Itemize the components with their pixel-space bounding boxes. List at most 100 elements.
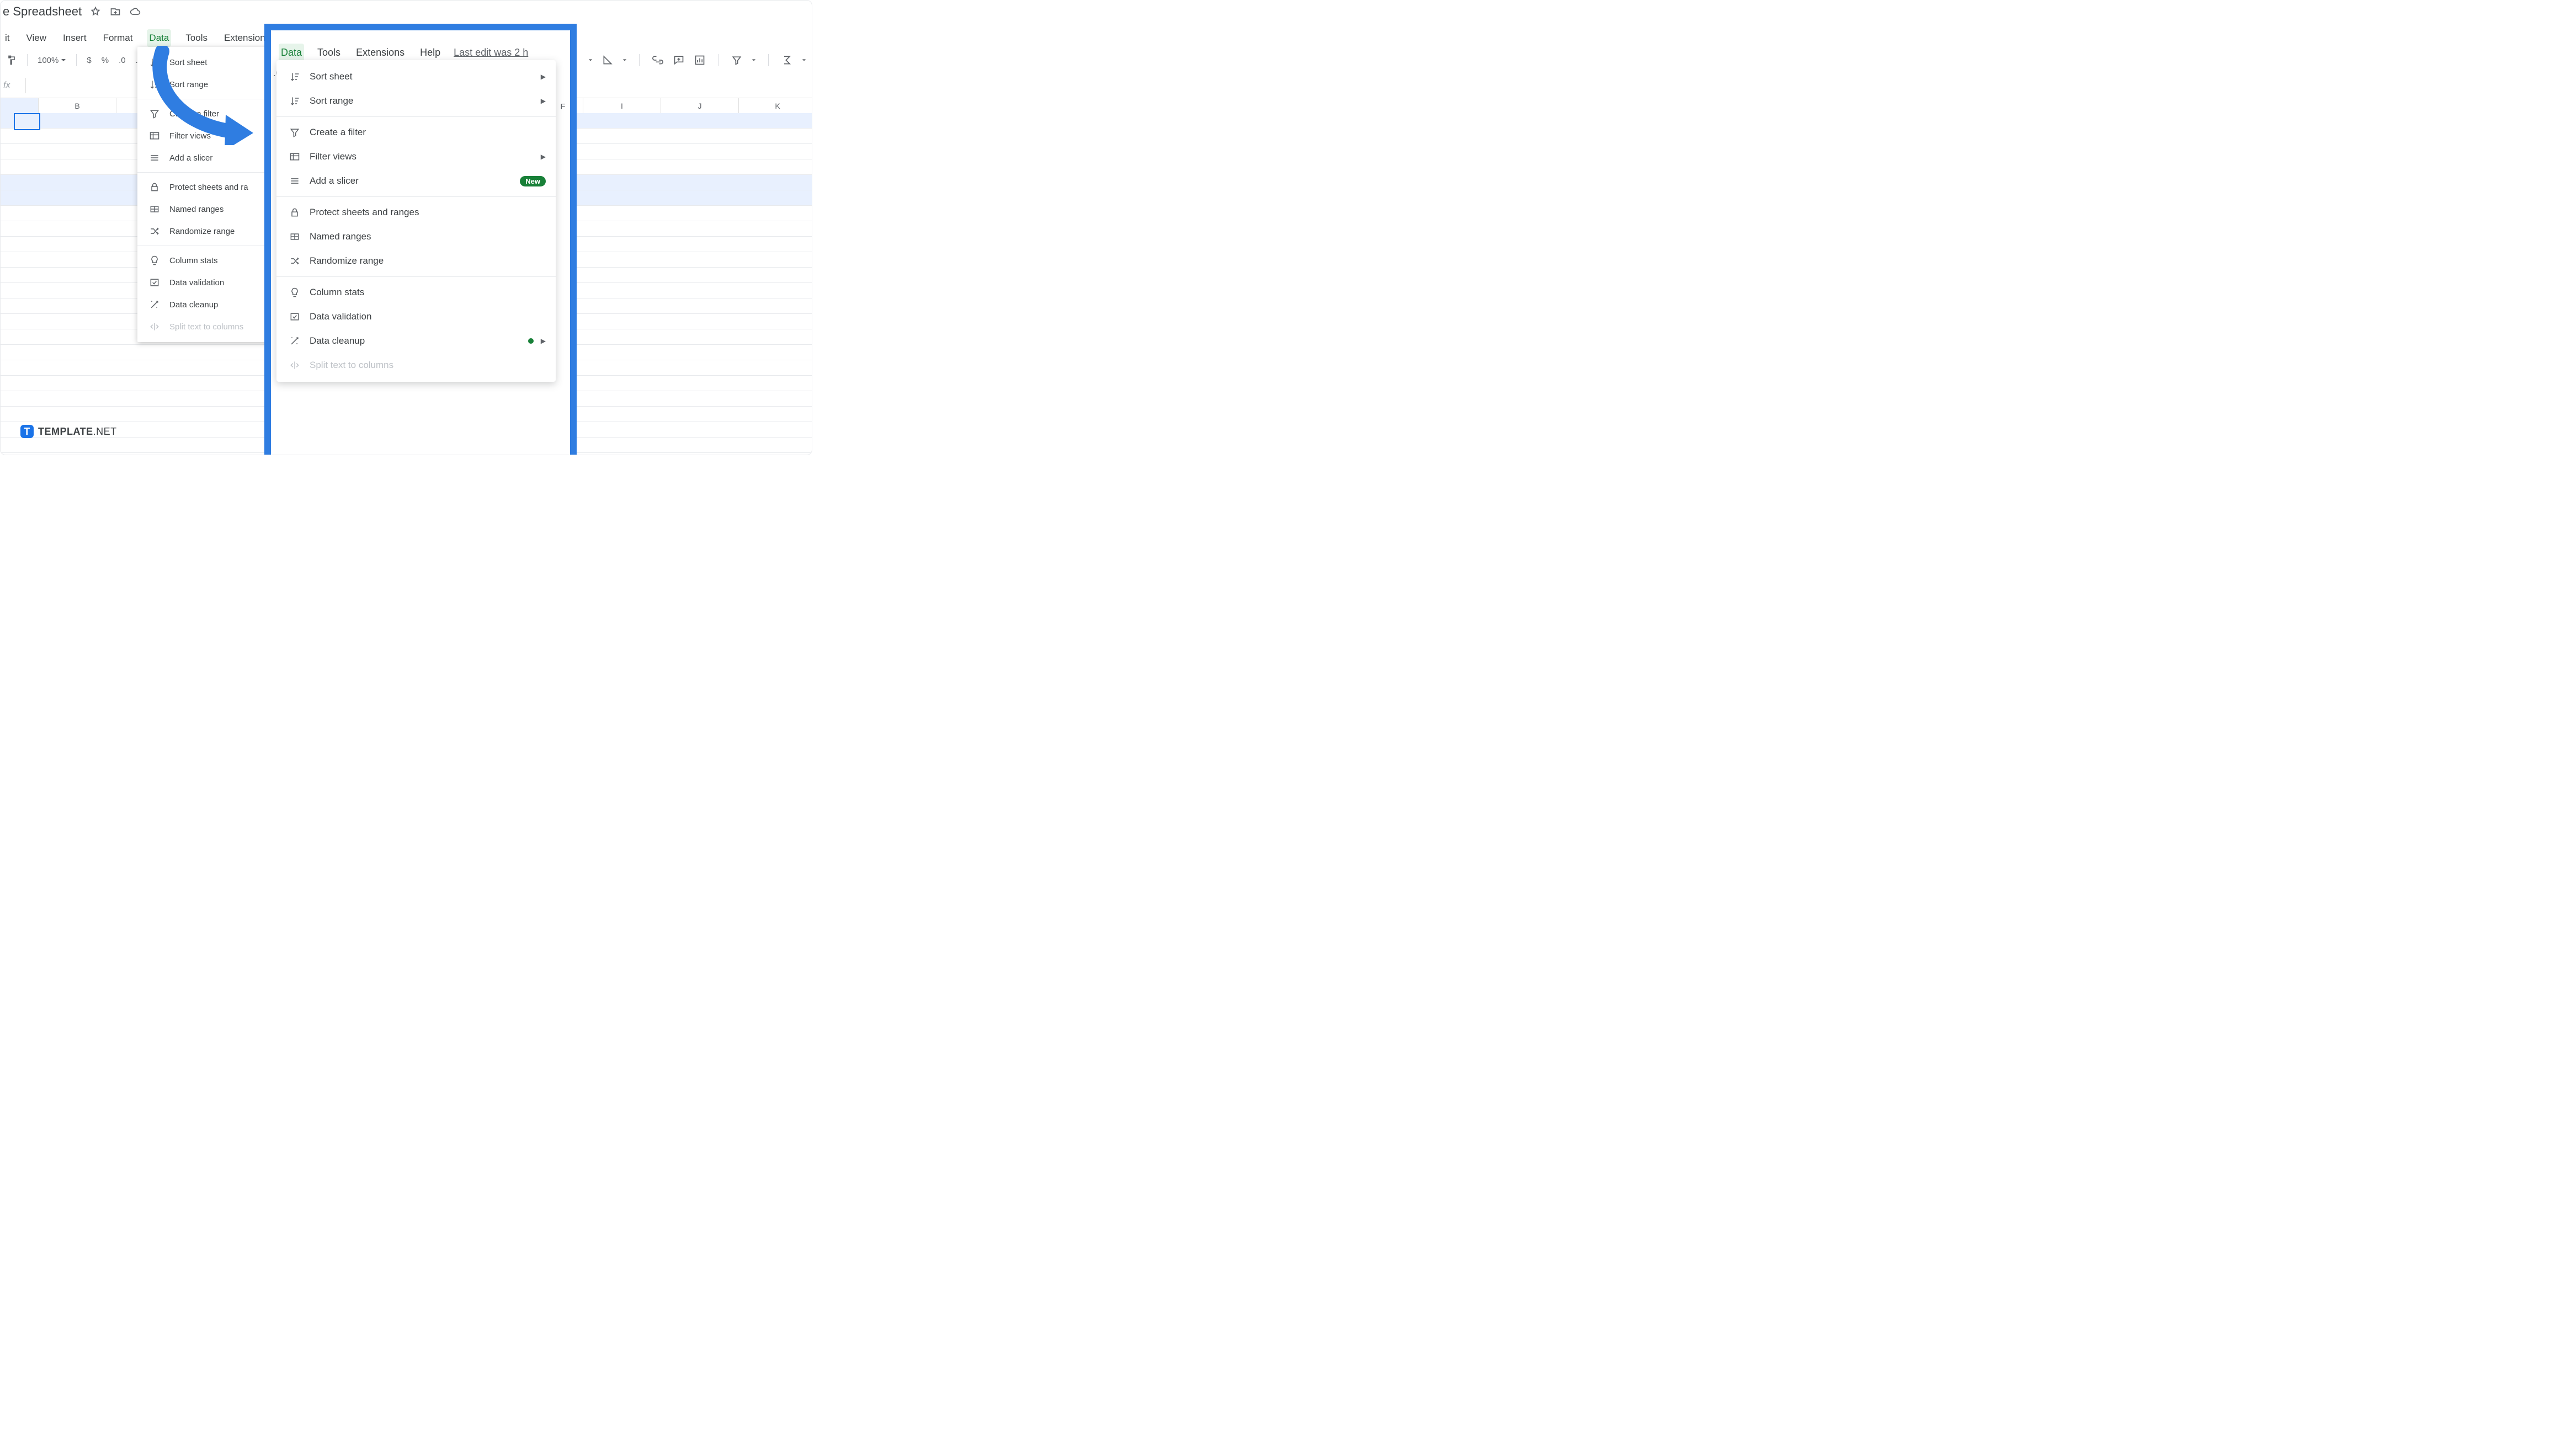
currency-button[interactable]: $ xyxy=(83,54,94,67)
menu-item-data-cleanup[interactable]: Data cleanup xyxy=(137,294,269,316)
menu-item-add-a-slicer[interactable]: Add a slicer xyxy=(137,147,269,169)
comment-icon[interactable] xyxy=(673,54,685,66)
menu-data[interactable]: Data xyxy=(147,29,171,47)
menu-item-filter-views[interactable]: Filter views▶ xyxy=(276,145,556,169)
callout-frame: Data Tools Extensions Help Last edit was… xyxy=(264,24,577,455)
active-cell[interactable] xyxy=(14,113,40,130)
submenu-arrow-icon: ▶ xyxy=(541,97,546,105)
menu-it[interactable]: it xyxy=(3,29,12,47)
chart-icon[interactable] xyxy=(694,54,706,66)
random-icon xyxy=(289,255,301,266)
menu-item-label: Column stats xyxy=(169,256,218,265)
lock-icon xyxy=(289,207,301,218)
watermark-logo: T TEMPLATE.NET xyxy=(20,425,117,438)
menu-format[interactable]: Format xyxy=(101,29,135,47)
menu-item-data-validation[interactable]: Data validation xyxy=(137,271,269,294)
separator xyxy=(76,54,77,66)
menu-separator xyxy=(276,116,556,117)
menu-item-label: Sort range xyxy=(310,95,353,106)
col-b[interactable]: B xyxy=(39,98,116,114)
frame-menu-extensions[interactable]: Extensions xyxy=(354,44,407,62)
dec-decrease-button[interactable]: .0 xyxy=(115,54,129,67)
slicer-icon xyxy=(289,175,301,186)
menu-item-add-a-slicer[interactable]: Add a slicer New xyxy=(276,169,556,193)
star-icon[interactable] xyxy=(89,6,102,18)
menu-item-create-a-filter[interactable]: Create a filter xyxy=(137,103,269,125)
filter-icon xyxy=(289,127,301,138)
link-icon[interactable] xyxy=(652,54,664,66)
separator xyxy=(27,54,28,66)
paint-format-icon[interactable] xyxy=(3,52,20,68)
bulb-icon xyxy=(289,287,301,298)
menu-item-label: Randomize range xyxy=(310,255,384,266)
menu-item-split-text-to-columns: Split text to columns xyxy=(137,316,269,338)
menu-item-protect-sheets-and-ra[interactable]: Protect sheets and ra xyxy=(137,176,269,198)
random-icon xyxy=(148,226,161,237)
data-menu-dropdown-bg: Sort sheet Sort range Create a filterFilte… xyxy=(137,47,269,342)
menu-item-randomize-range[interactable]: Randomize range xyxy=(137,220,269,242)
menu-item-column-stats[interactable]: Column stats xyxy=(276,280,556,305)
sort-icon xyxy=(289,95,301,106)
menu-item-data-cleanup[interactable]: Data cleanup▶ xyxy=(276,329,556,353)
menu-item-label: Data validation xyxy=(169,278,224,287)
col-i[interactable]: I xyxy=(583,98,661,114)
menu-separator xyxy=(276,276,556,277)
menu-item-named-ranges[interactable]: Named ranges xyxy=(276,225,556,249)
doc-title[interactable]: e Spreadsheet xyxy=(1,4,82,19)
frame-menu-tools[interactable]: Tools xyxy=(315,44,343,62)
menu-item-label: Split text to columns xyxy=(310,360,393,371)
separator xyxy=(639,54,640,66)
menu-item-sort-range[interactable]: Sort range ▶ xyxy=(276,89,556,113)
menu-tools[interactable]: Tools xyxy=(183,29,210,47)
sigma-icon[interactable] xyxy=(781,54,793,66)
menu-item-filter-views[interactable]: Filter views xyxy=(137,125,269,147)
col-f[interactable]: F xyxy=(553,102,570,111)
frame-menu-data[interactable]: Data xyxy=(279,44,304,62)
menu-item-label: Add a slicer xyxy=(310,175,359,186)
menu-item-label: Named ranges xyxy=(169,205,223,214)
menu-insert[interactable]: Insert xyxy=(61,29,89,47)
caret-down-icon xyxy=(588,58,593,62)
caret-down-icon xyxy=(622,58,627,62)
indicator-dot-icon xyxy=(528,338,534,344)
zoom-select[interactable]: 100% xyxy=(34,54,70,67)
submenu-arrow-icon: ▶ xyxy=(541,337,546,345)
menu-item-label: Column stats xyxy=(310,287,364,298)
menu-item-sort-sheet[interactable]: Sort sheet▶ xyxy=(276,65,556,89)
menu-item-column-stats[interactable]: Column stats xyxy=(137,249,269,271)
cloud-icon[interactable] xyxy=(129,6,141,18)
move-icon[interactable] xyxy=(109,6,121,18)
rotate-icon[interactable] xyxy=(602,54,614,66)
split-icon xyxy=(148,321,161,332)
lock-icon xyxy=(148,182,161,193)
menu-view[interactable]: View xyxy=(24,29,49,47)
menu-item-split-text-to-columns: Split text to columns xyxy=(276,353,556,377)
col-k[interactable]: K xyxy=(739,98,812,114)
formula-bar-fx[interactable]: fx xyxy=(3,78,26,93)
logo-badge: T xyxy=(20,425,34,438)
menu-item-label: Data validation xyxy=(310,311,371,322)
filter-toolbar-icon[interactable] xyxy=(731,54,743,66)
menu-item-label: Named ranges xyxy=(310,231,371,242)
slicer-icon xyxy=(148,152,161,163)
menu-item-label: Filter views xyxy=(310,151,356,162)
menu-item-randomize-range[interactable]: Randomize range xyxy=(276,249,556,273)
menu-item-label: Sort sheet xyxy=(169,58,207,67)
menu-item-sort-sheet[interactable]: Sort sheet xyxy=(137,51,269,73)
menu-item-sort-range[interactable]: Sort range xyxy=(137,73,269,95)
col-j[interactable]: J xyxy=(661,98,739,114)
percent-button[interactable]: % xyxy=(98,54,112,67)
zoom-value: 100% xyxy=(38,56,58,65)
menu-item-create-a-filter[interactable]: Create a filter xyxy=(276,120,556,145)
menu-item-label: Data cleanup xyxy=(169,300,218,310)
menu-item-protect-sheets-and-ranges[interactable]: Protect sheets and ranges xyxy=(276,200,556,225)
menu-item-named-ranges[interactable]: Named ranges xyxy=(137,198,269,220)
frame-menu-help[interactable]: Help xyxy=(418,44,443,62)
last-edit-link[interactable]: Last edit was 2 h xyxy=(454,47,528,58)
menu-item-label: Randomize range xyxy=(169,227,235,236)
menubar: it View Insert Format Data Tools Extensi… xyxy=(3,27,272,49)
new-badge: New xyxy=(520,176,546,186)
menu-item-data-validation[interactable]: Data validation xyxy=(276,305,556,329)
filterviews-icon xyxy=(289,151,301,162)
sort-icon xyxy=(148,79,161,90)
